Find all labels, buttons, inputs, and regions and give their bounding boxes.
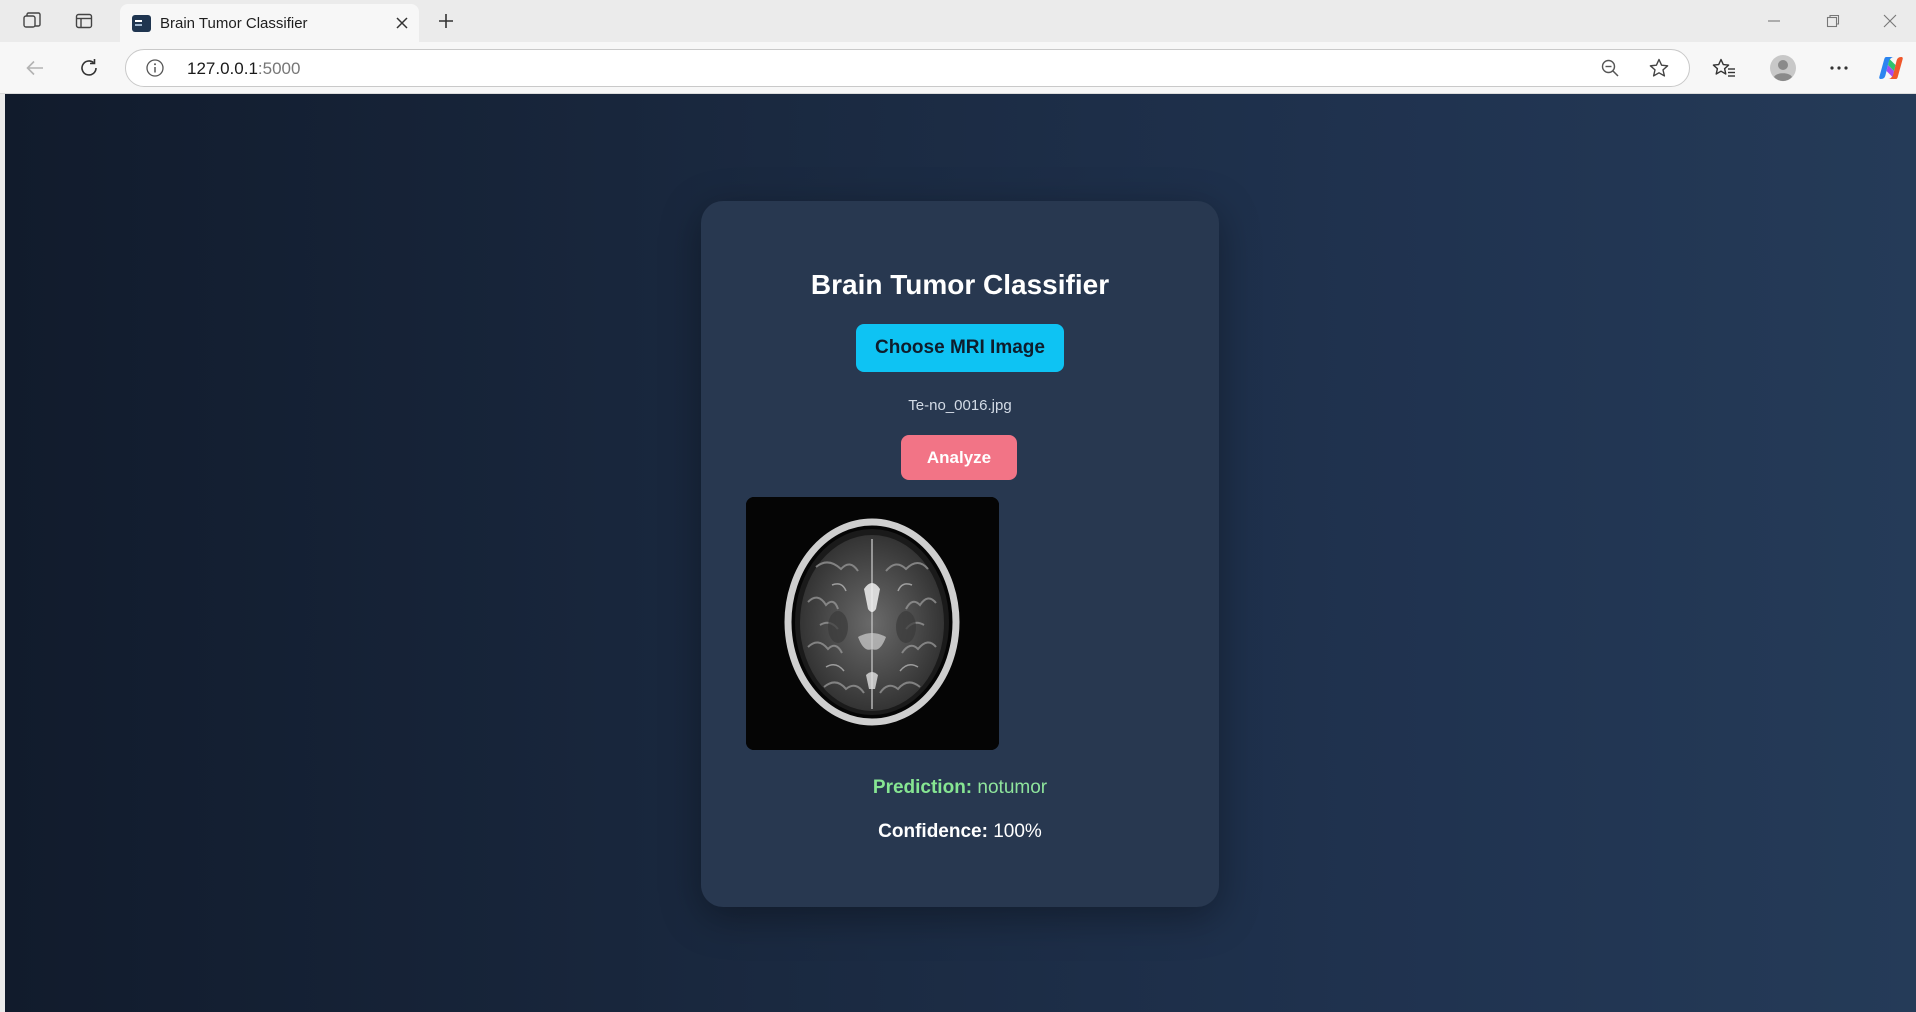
more-options-icon[interactable]	[1821, 51, 1857, 85]
favorites-icon[interactable]	[1706, 51, 1742, 85]
classifier-card: Brain Tumor Classifier Choose MRI Image …	[701, 201, 1219, 907]
new-tab-icon[interactable]	[428, 6, 464, 36]
browser-tab-active[interactable]: Brain Tumor Classifier	[120, 4, 419, 42]
close-tab-icon[interactable]	[387, 8, 417, 38]
url-text[interactable]: 127.0.0.1:5000	[187, 59, 300, 79]
prediction-label: Prediction:	[872, 777, 973, 798]
site-info-icon[interactable]	[145, 58, 165, 78]
browser-tab-bar: Brain Tumor Classifier	[0, 0, 1916, 42]
mri-preview-image	[746, 497, 999, 750]
url-host: 127.0.0.1	[187, 59, 258, 78]
analyze-button[interactable]: Analyze	[901, 435, 1017, 480]
close-window-icon[interactable]	[1862, 0, 1916, 42]
confidence-result: Confidence: 100%	[701, 821, 1219, 843]
back-icon[interactable]	[17, 51, 53, 85]
refresh-icon[interactable]	[71, 51, 107, 85]
selected-file-name: Te-no_0016.jpg	[908, 397, 1012, 414]
prediction-value: notumor	[977, 777, 1048, 798]
browser-toolbar: 127.0.0.1:5000	[0, 42, 1916, 94]
page-title: Brain Tumor Classifier	[810, 269, 1110, 300]
page-viewport: Brain Tumor Classifier Choose MRI Image …	[5, 94, 1916, 1012]
confidence-label: Confidence:	[878, 821, 988, 842]
minimize-icon[interactable]	[1746, 0, 1802, 42]
tab-title: Brain Tumor Classifier	[160, 15, 308, 32]
vertical-tabs-icon[interactable]	[66, 6, 102, 36]
confidence-value: 100%	[993, 821, 1042, 842]
copilot-icon[interactable]	[1873, 51, 1909, 85]
favorite-star-icon[interactable]	[1643, 53, 1675, 83]
restore-icon[interactable]	[1805, 0, 1861, 42]
choose-mri-image-button[interactable]: Choose MRI Image	[856, 324, 1064, 372]
tab-favicon-icon	[132, 15, 151, 32]
address-bar[interactable]: 127.0.0.1:5000	[125, 49, 1690, 87]
zoom-out-icon[interactable]	[1594, 53, 1626, 83]
profile-avatar-icon[interactable]	[1765, 51, 1801, 85]
url-port: :5000	[257, 59, 301, 78]
prediction-result: Prediction: notumor	[701, 777, 1219, 799]
workspaces-icon[interactable]	[14, 6, 50, 36]
